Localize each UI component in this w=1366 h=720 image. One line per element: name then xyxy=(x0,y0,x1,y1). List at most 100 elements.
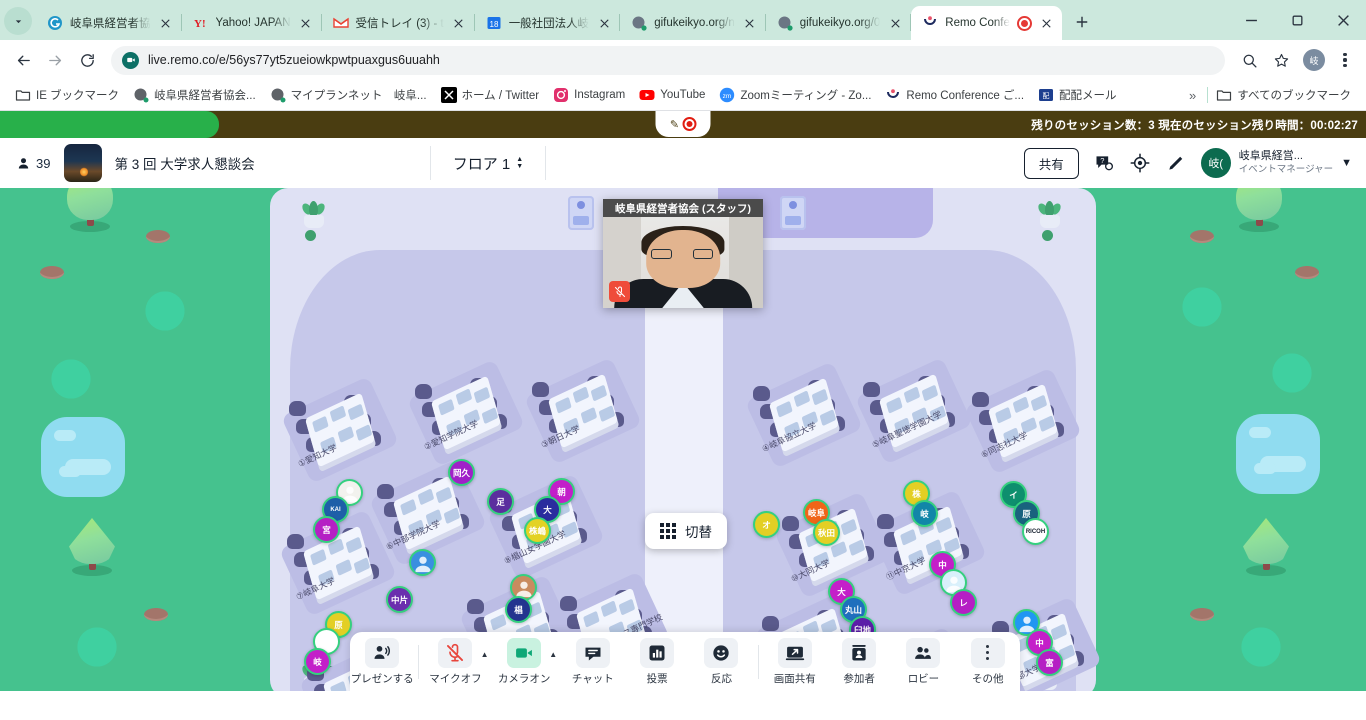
participant-avatar[interactable] xyxy=(409,549,436,576)
participant-avatar[interactable]: RICOH xyxy=(1022,518,1049,545)
control-screenshare[interactable]: 画面共有 xyxy=(763,637,827,686)
zoom-button[interactable] xyxy=(1234,45,1264,75)
participant-avatar[interactable]: レ xyxy=(950,589,977,616)
address-bar[interactable]: live.remo.co/e/56ys77yt5zueiowkpwtpuaxgu… xyxy=(111,45,1225,75)
table-unit[interactable]: ⑩大同大学 xyxy=(773,491,893,599)
participant-avatar[interactable]: 足 xyxy=(487,488,514,515)
tab-0[interactable]: 岐阜県経営者協 xyxy=(36,6,181,40)
table-unit[interactable]: ⑥中部学院大学 xyxy=(368,459,488,567)
stop-record-icon[interactable] xyxy=(682,117,697,131)
tab-1[interactable]: Y! Yahoo! JAPAN xyxy=(182,6,321,40)
tab-close-icon[interactable] xyxy=(596,15,612,31)
floor-selector[interactable]: フロア 1 ▲ ▼ xyxy=(431,153,545,174)
bookmark-item-2[interactable]: マイプランネット 岐阜... xyxy=(264,84,433,106)
tab-close-icon[interactable] xyxy=(298,15,314,31)
globe-icon xyxy=(777,15,793,31)
bookmark-item-5[interactable]: YouTube xyxy=(633,84,711,106)
tab-close-icon[interactable] xyxy=(158,15,174,31)
minimize-button[interactable] xyxy=(1228,0,1274,40)
control-more[interactable]: その他 xyxy=(956,637,1020,686)
participant-avatar[interactable]: 中片 xyxy=(386,586,413,613)
browser-menu-button[interactable] xyxy=(1332,45,1358,75)
pencil-icon[interactable]: ✎ xyxy=(670,118,679,131)
all-bookmarks-button[interactable]: すべてのブックマーク xyxy=(1210,84,1357,106)
table-unit[interactable]: ④岐阜協立大学 xyxy=(744,361,864,469)
tab-close-icon[interactable] xyxy=(1039,15,1055,31)
camera-options-caret[interactable]: ▲ xyxy=(549,650,560,659)
control-reaction[interactable]: 反応 xyxy=(689,637,753,686)
bookmark-button[interactable] xyxy=(1266,45,1296,75)
participant-count-value: 39 xyxy=(36,155,51,171)
bookmark-label: Zoomミーティング - Zo... xyxy=(740,90,872,102)
table-unit[interactable]: ②愛知学院大学 xyxy=(406,359,526,467)
chair xyxy=(287,534,304,549)
bookmark-item-6[interactable]: zm Zoomミーティング - Zo... xyxy=(713,84,877,106)
participant-avatar[interactable]: 秋田 xyxy=(813,519,840,546)
control-poll[interactable]: 投票 xyxy=(625,637,689,686)
tab-close-icon[interactable] xyxy=(742,15,758,31)
participant-avatar[interactable]: 岐 xyxy=(911,500,938,527)
participant-avatar[interactable]: 椙 xyxy=(505,596,532,623)
bookmarks-overflow-button[interactable]: » xyxy=(1180,88,1205,103)
new-tab-button[interactable] xyxy=(1068,8,1096,36)
control-attendees[interactable]: 参加者 xyxy=(827,637,891,686)
bookmark-item-8[interactable]: 配 配配メール xyxy=(1032,84,1123,106)
control-lobby[interactable]: ロビー xyxy=(891,637,955,686)
site-info-icon[interactable] xyxy=(122,51,139,69)
chevron-down-icon[interactable]: ▼ xyxy=(1341,157,1352,169)
participant-avatar[interactable]: 富 xyxy=(1036,649,1063,676)
user-menu[interactable]: 岐( 岐阜県経営... イベントマネージャー ▼ xyxy=(1200,148,1352,178)
table-unit[interactable]: ①愛知大学 xyxy=(280,376,400,484)
table-unit[interactable]: ⑦岐阜大学 xyxy=(278,509,398,617)
reload-button[interactable] xyxy=(72,45,102,75)
switch-view-button[interactable]: 切替 xyxy=(645,513,727,549)
help-button[interactable]: ? xyxy=(1093,152,1115,174)
tab-4[interactable]: gifukeikyo.org/n xyxy=(620,6,765,40)
participant-avatar[interactable]: 株嶋 xyxy=(524,517,551,544)
participant-avatar[interactable]: 岐 xyxy=(304,648,331,675)
participant-avatar[interactable]: オ xyxy=(753,511,780,538)
bookmark-item-1[interactable]: 岐阜県経営者協会... xyxy=(127,84,262,106)
tab-search-button[interactable] xyxy=(4,7,32,35)
table-unit[interactable]: ⑥同志社大学 xyxy=(963,367,1083,475)
bookmark-item-0[interactable]: IE ブックマーク xyxy=(9,84,125,106)
bookmark-item-3[interactable]: ホーム / Twitter xyxy=(435,84,546,106)
participant-avatar[interactable]: 宮 xyxy=(313,516,340,543)
session-record-control[interactable]: ✎ xyxy=(655,111,711,137)
back-button[interactable] xyxy=(8,45,38,75)
bookmark-item-4[interactable]: Instagram xyxy=(547,84,631,106)
tab-close-icon[interactable] xyxy=(451,15,467,31)
table-unit[interactable]: ③朝日大学 xyxy=(523,357,643,465)
bookmark-item-7[interactable]: Remo Conference ご... xyxy=(879,84,1030,106)
forward-button[interactable] xyxy=(40,45,70,75)
table-unit[interactable]: ⑤岐阜聖徳学園大学 xyxy=(854,357,974,465)
floor-stepper-icon[interactable]: ▲ ▼ xyxy=(516,156,523,170)
share-button[interactable]: 共有 xyxy=(1023,147,1079,179)
locate-button[interactable] xyxy=(1129,152,1151,174)
tab-6[interactable]: Remo Confe xyxy=(911,6,1062,40)
control-label: その他 xyxy=(972,672,1004,685)
back-arrow-icon xyxy=(17,55,30,65)
control-chat[interactable]: チャット xyxy=(561,637,625,686)
mic-options-caret[interactable]: ▲ xyxy=(481,650,492,659)
control-camera[interactable]: カメラオン xyxy=(492,637,556,686)
edit-button[interactable] xyxy=(1165,152,1187,174)
tab-3[interactable]: 18 一般社団法人岐 xyxy=(475,6,620,40)
close-icon xyxy=(1337,14,1349,26)
participant-avatar[interactable]: 岡久 xyxy=(448,459,475,486)
mic-icon-box xyxy=(438,637,473,668)
participant-count[interactable]: 39 xyxy=(0,156,64,171)
tab-2[interactable]: 受信トレイ (3) - t xyxy=(322,6,474,40)
profile-avatar[interactable]: 岐 xyxy=(1303,49,1325,71)
tab-close-icon[interactable] xyxy=(887,15,903,31)
floor-map[interactable]: ①愛知大学 ②愛知学院大学 ③朝日大学 ④岐阜協立大学 ⑤岐阜聖徳学園大学 ⑥同志社大学 ⑥… xyxy=(0,188,1366,691)
tab-5[interactable]: gifukeikyo.org/0 xyxy=(766,6,911,40)
avatar-label: イ xyxy=(1009,489,1018,500)
avatar-label: 秋田 xyxy=(817,527,835,538)
control-present[interactable]: プレゼンする xyxy=(350,637,414,686)
maximize-button[interactable] xyxy=(1274,0,1320,40)
control-mic[interactable]: マイクオフ xyxy=(423,637,487,686)
chair xyxy=(877,514,894,529)
video-tile[interactable]: 岐阜県経営者協会 (スタッフ) xyxy=(603,199,763,308)
close-window-button[interactable] xyxy=(1320,0,1366,40)
